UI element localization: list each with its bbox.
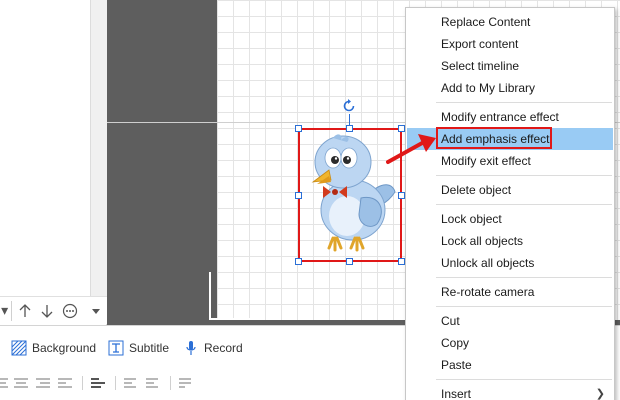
menu-separator bbox=[436, 175, 612, 176]
chevron-right-icon: ❯ bbox=[595, 388, 605, 400]
menu-item-insert[interactable]: Insert ❯ bbox=[407, 383, 613, 400]
toolbar-divider bbox=[170, 376, 171, 390]
lock-position-icon[interactable] bbox=[179, 376, 195, 390]
toolbar-divider bbox=[82, 376, 83, 390]
distribute-icon[interactable] bbox=[91, 376, 107, 390]
menu-item-cut[interactable]: Cut bbox=[407, 310, 613, 332]
toolbar-divider bbox=[11, 300, 13, 321]
app-window: ▾ Background Subtitle Record Replace Con… bbox=[0, 0, 620, 400]
menu-separator bbox=[436, 277, 612, 278]
resize-handle-bottom-left[interactable] bbox=[295, 258, 302, 265]
menu-item-replace-content[interactable]: Replace Content bbox=[407, 11, 613, 33]
menu-separator bbox=[436, 379, 612, 380]
menu-item-re-rotate-camera[interactable]: Re-rotate camera bbox=[407, 281, 613, 303]
vertical-toolbar: ▾ bbox=[0, 296, 107, 324]
left-panel: ▾ bbox=[0, 0, 107, 325]
camera-frame-corner bbox=[209, 272, 259, 320]
dropdown-icon[interactable] bbox=[85, 299, 107, 323]
menu-item-modify-entrance-effect[interactable]: Modify entrance effect bbox=[407, 106, 613, 128]
menu-separator bbox=[436, 306, 612, 307]
subtitle-icon bbox=[108, 340, 124, 356]
context-menu: Replace Content Export content Select ti… bbox=[405, 7, 615, 400]
align-right-icon[interactable] bbox=[36, 376, 52, 390]
menu-item-paste[interactable]: Paste bbox=[407, 354, 613, 376]
resize-handle-left[interactable] bbox=[295, 192, 302, 199]
menu-item-lock-all-objects[interactable]: Lock all objects bbox=[407, 230, 613, 252]
more-icon[interactable] bbox=[59, 299, 81, 323]
menu-item-add-to-library[interactable]: Add to My Library bbox=[407, 77, 613, 99]
align-center-icon[interactable] bbox=[14, 376, 30, 390]
menu-item-copy[interactable]: Copy bbox=[407, 332, 613, 354]
background-icon bbox=[11, 340, 27, 356]
menu-separator bbox=[436, 102, 612, 103]
menu-item-lock-object[interactable]: Lock object bbox=[407, 208, 613, 230]
up-arrow-icon[interactable] bbox=[14, 299, 36, 323]
space-horizontal-icon[interactable] bbox=[124, 376, 140, 390]
toolbar-menu-icon[interactable]: ▾ bbox=[0, 299, 9, 323]
menu-item-export-content[interactable]: Export content bbox=[407, 33, 613, 55]
subtitle-label: Subtitle bbox=[129, 341, 170, 355]
menu-item-unlock-all-objects[interactable]: Unlock all objects bbox=[407, 252, 613, 274]
menu-item-insert-label: Insert bbox=[441, 387, 472, 400]
toolbar-divider bbox=[115, 376, 116, 390]
annotation-arrow-icon bbox=[386, 134, 436, 164]
background-label: Background bbox=[32, 341, 97, 355]
down-arrow-icon[interactable] bbox=[36, 299, 58, 323]
record-button[interactable]: Record bbox=[183, 339, 243, 357]
subtitle-button[interactable]: Subtitle bbox=[108, 339, 169, 357]
menu-item-select-timeline[interactable]: Select timeline bbox=[407, 55, 613, 77]
align-top-icon[interactable] bbox=[58, 376, 74, 390]
resize-handle-right[interactable] bbox=[398, 192, 405, 199]
menu-item-delete-object[interactable]: Delete object bbox=[407, 179, 613, 201]
menu-separator bbox=[436, 204, 612, 205]
microphone-icon bbox=[186, 341, 196, 355]
resize-handle-top-left[interactable] bbox=[295, 125, 302, 132]
space-vertical-icon[interactable] bbox=[146, 376, 162, 390]
resize-handle-bottom[interactable] bbox=[346, 258, 353, 265]
rotate-icon[interactable] bbox=[341, 98, 357, 114]
align-left-icon[interactable] bbox=[0, 376, 8, 390]
alignment-toolbar bbox=[0, 375, 201, 391]
resize-handle-bottom-right[interactable] bbox=[398, 258, 405, 265]
canvas-offstage-area bbox=[107, 0, 217, 325]
record-label: Record bbox=[204, 341, 243, 355]
annotation-highlight-box bbox=[436, 127, 552, 149]
resize-handle-top[interactable] bbox=[346, 125, 353, 132]
background-button[interactable]: Background bbox=[11, 339, 96, 357]
left-panel-scrollbar[interactable] bbox=[90, 0, 107, 296]
